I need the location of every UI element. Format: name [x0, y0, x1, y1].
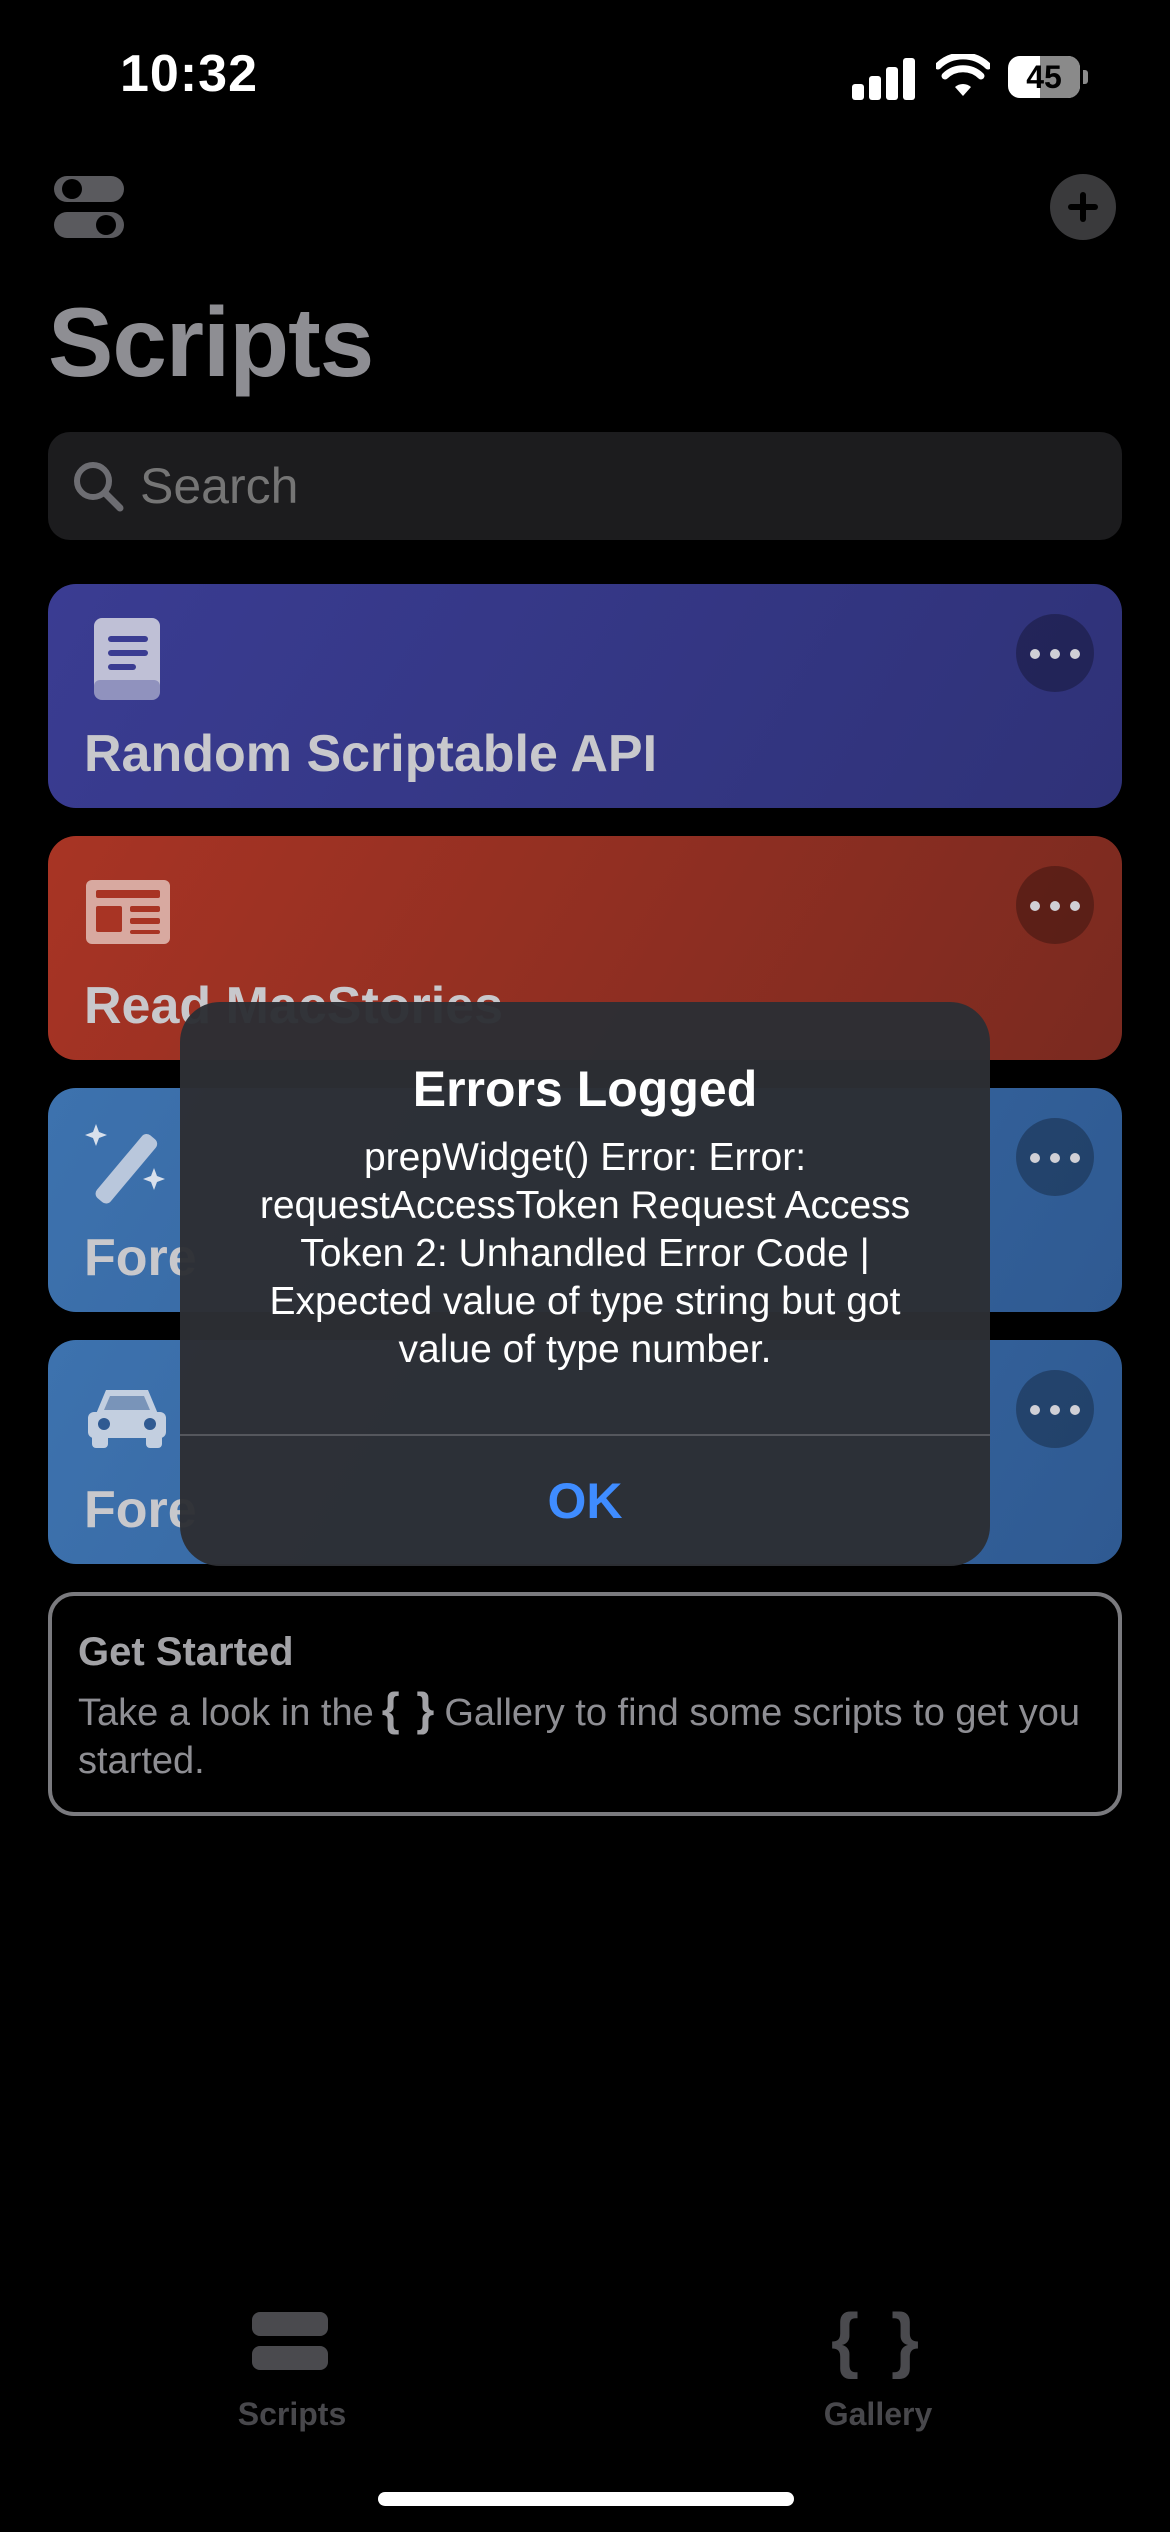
ok-button[interactable]: OK: [180, 1436, 990, 1566]
screen: 10:32 45 Scripts Search Random Scriptabl…: [0, 0, 1170, 2532]
braces-icon: { }: [381, 1683, 437, 1735]
add-script-button[interactable]: [1050, 174, 1116, 240]
get-started-title: Get Started: [78, 1630, 294, 1674]
newspaper-icon: [86, 880, 170, 944]
wifi-icon: [936, 54, 990, 96]
get-started-box: Get Started Take a look in the{ } Gallery…: [48, 1592, 1122, 1816]
script-title: Random Scriptable API: [84, 725, 658, 783]
page-title: Scripts: [48, 287, 374, 397]
magic-wand-icon: [85, 1124, 165, 1204]
get-started-text-before: Take a look in the: [78, 1692, 374, 1734]
search-input[interactable]: [140, 432, 783, 540]
home-indicator[interactable]: [378, 2492, 794, 2506]
get-started-text: Take a look in the{ } Gallery to find som…: [78, 1685, 1092, 1785]
more-options-button[interactable]: [1016, 1118, 1094, 1196]
search-bar[interactable]: [48, 432, 1122, 540]
more-options-button[interactable]: [1016, 1370, 1094, 1448]
status-time: 10:32: [120, 45, 258, 103]
braces-icon: { }: [830, 2300, 926, 2380]
status-bar: 10:32 45: [0, 0, 1170, 150]
more-options-button[interactable]: [1016, 614, 1094, 692]
script-card[interactable]: Random Scriptable API: [48, 584, 1122, 808]
battery-level: 45: [1026, 59, 1062, 95]
stack-icon: [252, 2312, 328, 2372]
search-icon: [74, 462, 124, 512]
tab-gallery[interactable]: { } Gallery: [728, 2300, 1028, 2450]
tab-scripts-label: Scripts: [237, 2396, 347, 2432]
alert-message: prepWidget() Error: Error: requestAccess…: [259, 1136, 911, 1371]
error-alert-dialog: Errors Logged prepWidget() Error: Error:…: [180, 1002, 990, 1566]
more-options-button[interactable]: [1016, 866, 1094, 944]
tab-scripts[interactable]: Scripts: [142, 2300, 442, 2450]
tab-gallery-label: Gallery: [823, 2396, 933, 2432]
book-icon: [94, 618, 160, 700]
alert-title: Errors Logged: [412, 1061, 758, 1117]
settings-toggle-icon[interactable]: [54, 176, 124, 240]
cellular-signal-icon: [852, 56, 916, 100]
car-icon: [88, 1390, 166, 1448]
battery-icon: 45: [1008, 56, 1088, 98]
